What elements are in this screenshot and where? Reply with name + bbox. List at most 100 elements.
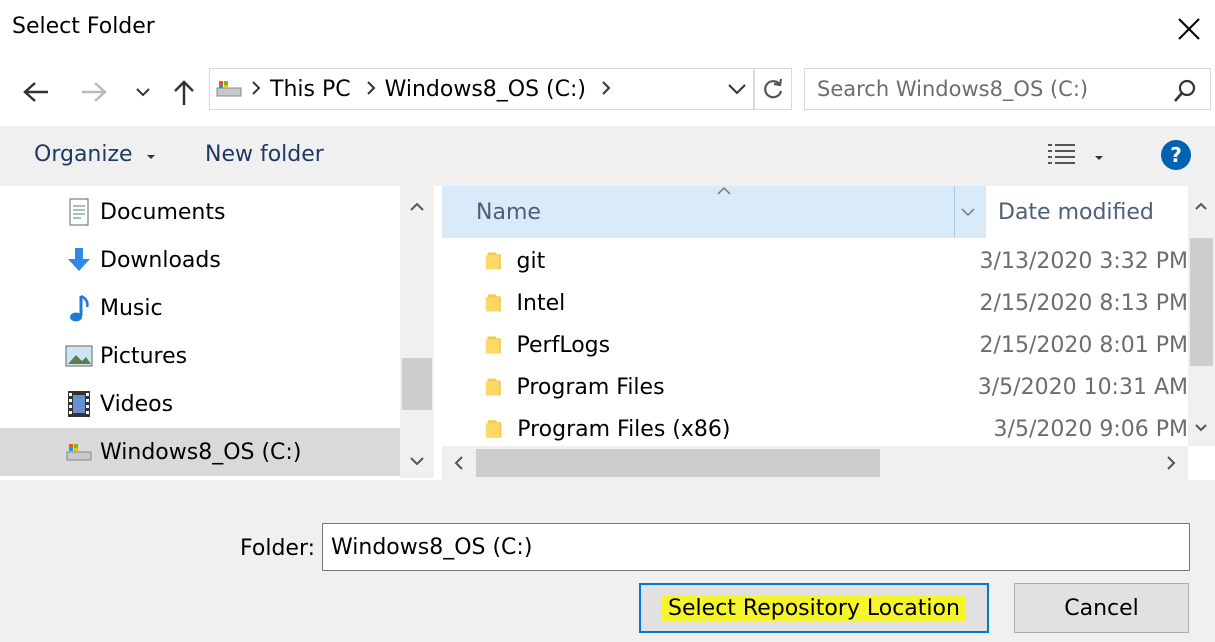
close-button[interactable]	[1170, 10, 1208, 48]
folder-icon	[485, 252, 501, 270]
forward-button[interactable]	[76, 72, 112, 112]
column-divider[interactable]	[954, 186, 955, 238]
search-input[interactable]: Search Windows8_OS (C:)	[804, 68, 1211, 110]
nav-item-label: Downloads	[100, 247, 221, 273]
breadcrumb-chevron-icon[interactable]	[250, 77, 262, 102]
breadcrumb-this-pc[interactable]: This PC	[270, 77, 351, 102]
videos-icon	[64, 389, 94, 419]
nav-item-label: Documents	[100, 199, 226, 225]
music-icon	[64, 293, 94, 323]
file-date: 3/5/2020 10:31 AM	[977, 374, 1188, 400]
file-name: Program Files (x86)	[517, 416, 731, 442]
folder-icon	[485, 294, 501, 312]
nav-item-pictures[interactable]: Pictures	[0, 332, 400, 380]
scrollbar-thumb[interactable]	[476, 449, 880, 477]
select-repository-location-label: Select Repository Location	[662, 595, 966, 621]
folder-label: Folder:	[240, 536, 316, 561]
list-item-folder[interactable]: Intel 2/15/2020 8:13 PM	[442, 282, 1188, 324]
scrollbar-thumb[interactable]	[1190, 238, 1213, 366]
view-dropdown-button[interactable]	[1093, 148, 1107, 160]
help-icon: ?	[1161, 140, 1191, 170]
details-view-icon	[1048, 144, 1075, 164]
scroll-down-icon[interactable]	[400, 446, 434, 476]
scrollbar-thumb[interactable]	[402, 358, 432, 410]
list-item-folder[interactable]: Program Files 3/5/2020 10:31 AM	[442, 366, 1188, 408]
list-item-folder[interactable]: PerfLogs 2/15/2020 8:01 PM	[442, 324, 1188, 366]
folder-icon	[485, 378, 501, 396]
help-button[interactable]: ?	[1160, 139, 1192, 171]
list-item-folder[interactable]: Program Files (x86) 3/5/2020 9:06 PM	[442, 408, 1188, 450]
file-date: 3/13/2020 3:32 PM	[979, 248, 1188, 274]
downloads-icon	[64, 245, 94, 275]
select-repository-location-button[interactable]: Select Repository Location	[639, 583, 989, 633]
file-name: Program Files	[516, 374, 665, 400]
nav-item-documents[interactable]: Documents	[0, 188, 400, 236]
nav-item-music[interactable]: Music	[0, 284, 400, 332]
file-name: Intel	[516, 290, 566, 316]
pane-divider[interactable]	[434, 186, 442, 478]
nav-item-label: Windows8_OS (C:)	[100, 439, 302, 465]
new-folder-button[interactable]: New folder	[205, 142, 324, 167]
breadcrumb-chevron-icon[interactable]	[365, 77, 377, 102]
chevron-down-icon	[728, 84, 746, 95]
breadcrumb-chevron-icon[interactable]	[600, 77, 612, 102]
caret-down-icon	[146, 155, 155, 159]
caret-down-icon	[1095, 156, 1103, 160]
column-header-name-label: Name	[476, 199, 541, 225]
search-icon[interactable]	[1172, 78, 1198, 104]
nav-item-videos[interactable]: Videos	[0, 380, 400, 428]
back-arrow-icon	[23, 82, 48, 102]
drive-icon	[64, 437, 94, 467]
scroll-up-icon[interactable]	[400, 192, 434, 222]
address-history-dropdown[interactable]	[722, 70, 752, 108]
nav-item-label: Music	[100, 295, 163, 321]
navigation-scrollbar[interactable]	[400, 186, 434, 478]
folder-icon	[485, 420, 502, 438]
column-header-name[interactable]: Name	[442, 186, 986, 238]
refresh-button[interactable]	[754, 68, 792, 110]
cancel-button[interactable]: Cancel	[1014, 583, 1189, 633]
folder-name-input[interactable]: Windows8_OS (C:)	[322, 523, 1190, 571]
sort-ascending-icon	[717, 186, 731, 195]
column-header-date-modified[interactable]: Date modified	[986, 186, 1188, 238]
nav-item-downloads[interactable]: Downloads	[0, 236, 400, 284]
window-title: Select Folder	[12, 14, 155, 39]
documents-icon	[64, 197, 94, 227]
scroll-right-icon[interactable]	[1156, 446, 1186, 480]
scroll-down-icon[interactable]	[1188, 416, 1215, 440]
file-date: 3/5/2020 9:06 PM	[993, 416, 1188, 442]
back-button[interactable]	[18, 72, 54, 112]
navigation-pane: Documents Downloads Music Pictures Video…	[0, 186, 400, 478]
chevron-down-icon	[136, 88, 150, 97]
address-bar[interactable]: This PC Windows8_OS (C:)	[209, 68, 754, 110]
scroll-left-icon[interactable]	[444, 446, 474, 480]
pictures-icon	[64, 341, 94, 371]
organize-button[interactable]: Organize	[34, 142, 156, 167]
file-date: 2/15/2020 8:01 PM	[979, 332, 1188, 358]
recent-locations-button[interactable]	[126, 72, 160, 112]
scroll-up-icon[interactable]	[1188, 194, 1215, 218]
nav-item-drive[interactable]: Windows8_OS (C:)	[0, 428, 400, 476]
column-filter-chevron-icon[interactable]	[960, 207, 976, 217]
refresh-icon	[764, 78, 783, 99]
file-date: 2/15/2020 8:13 PM	[979, 290, 1188, 316]
close-icon	[1178, 18, 1200, 40]
file-list-vertical-scrollbar[interactable]	[1188, 186, 1215, 446]
forward-arrow-icon	[82, 82, 107, 102]
organize-label: Organize	[34, 142, 133, 167]
command-bar	[0, 126, 1215, 186]
breadcrumb-drive[interactable]: Windows8_OS (C:)	[385, 77, 586, 102]
view-options-button[interactable]	[1046, 140, 1080, 168]
file-name: git	[516, 248, 546, 274]
file-list-horizontal-scrollbar[interactable]	[442, 446, 1188, 480]
file-name: PerfLogs	[516, 332, 611, 358]
list-item-folder[interactable]: git 3/13/2020 3:32 PM	[442, 240, 1188, 282]
column-header-date-label: Date modified	[998, 199, 1154, 225]
folder-icon	[485, 336, 501, 354]
nav-item-label: Videos	[100, 391, 174, 417]
nav-item-label: Pictures	[100, 343, 188, 369]
up-arrow-icon	[174, 80, 194, 105]
drive-icon	[216, 78, 242, 100]
up-button[interactable]	[166, 72, 202, 112]
svg-text:?: ?	[1170, 143, 1182, 167]
